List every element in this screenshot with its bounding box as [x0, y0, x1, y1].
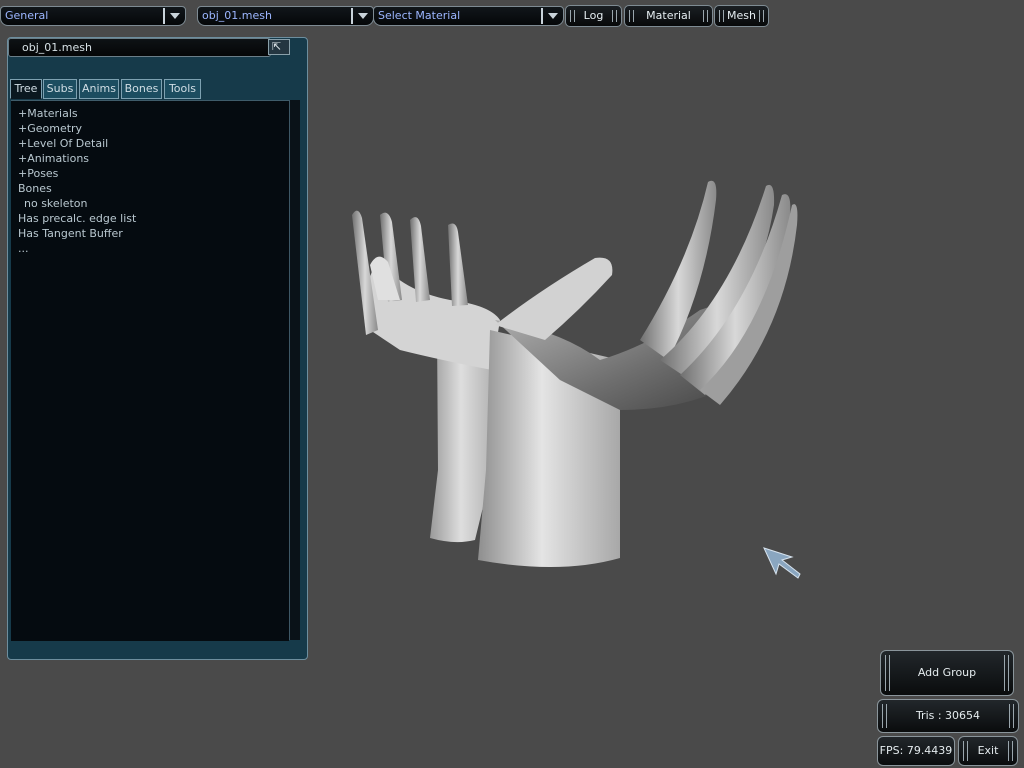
tree-scrollbar[interactable] — [289, 100, 300, 640]
close-icon: ⇱ — [272, 40, 282, 53]
mesh-combo[interactable]: obj_01.mesh — [197, 6, 374, 26]
material-button[interactable]: Material — [624, 5, 713, 27]
tab-tools[interactable]: Tools — [164, 79, 201, 99]
tab-subs[interactable]: Subs — [43, 79, 77, 99]
mouse-pointer-icon — [763, 547, 801, 579]
general-combo-value: General — [5, 9, 49, 22]
exit-label: Exit — [977, 744, 999, 757]
add-group-label: Add Group — [917, 666, 977, 679]
tree-item-edge-list: Has precalc. edge list — [18, 212, 137, 225]
tab-subs-label: Subs — [46, 82, 74, 95]
tree-item-poses[interactable]: +Poses — [18, 166, 136, 181]
log-button-label: Log — [583, 9, 604, 22]
tree-item-animations[interactable]: +Animations — [18, 151, 136, 166]
tree-item-more: ... — [18, 242, 29, 255]
tab-tools-label: Tools — [168, 82, 197, 95]
general-combo[interactable]: General — [0, 6, 186, 26]
tab-anims-label: Anims — [82, 82, 116, 95]
mesh-button-label: Mesh — [727, 9, 756, 22]
fps-label: FPS: 79.4439 — [879, 744, 953, 757]
tab-tree-label: Tree — [14, 82, 38, 95]
material-combo-value: Select Material — [378, 9, 461, 22]
tris-label: Tris : 30654 — [915, 709, 981, 722]
mesh-combo-value: obj_01.mesh — [202, 9, 272, 22]
tris-counter: Tris : 30654 — [877, 699, 1019, 733]
tree-list: +Materials +Geometry +Level Of Detail +A… — [18, 106, 136, 256]
exit-button[interactable]: Exit — [958, 736, 1018, 766]
fps-counter: FPS: 79.4439 — [877, 736, 955, 766]
panel-close-button[interactable]: ⇱ — [268, 39, 290, 55]
tree-item-tangent-buffer: Has Tangent Buffer — [18, 227, 123, 240]
tree-item-no-skeleton: no skeleton — [24, 197, 88, 210]
add-group-button[interactable]: Add Group — [880, 650, 1014, 696]
panel-title-text: obj_01.mesh — [22, 41, 92, 54]
tree-item-lod[interactable]: +Level Of Detail — [18, 136, 136, 151]
tab-bones[interactable]: Bones — [121, 79, 162, 99]
chevron-down-icon[interactable] — [163, 8, 183, 24]
chevron-down-icon[interactable] — [541, 8, 561, 24]
tab-anims[interactable]: Anims — [79, 79, 119, 99]
log-button[interactable]: Log — [565, 5, 622, 27]
tree-item-bones: Bones — [18, 182, 52, 195]
tree-item-materials[interactable]: +Materials — [18, 106, 136, 121]
tab-bones-label: Bones — [124, 82, 159, 95]
chevron-down-icon[interactable] — [351, 8, 371, 24]
tree-item-geometry[interactable]: +Geometry — [18, 121, 136, 136]
tab-tree[interactable]: Tree — [10, 79, 42, 99]
material-combo[interactable]: Select Material — [373, 6, 564, 26]
panel-title[interactable]: obj_01.mesh — [8, 38, 271, 57]
mesh-button[interactable]: Mesh — [714, 5, 769, 27]
material-button-label: Material — [646, 9, 691, 22]
